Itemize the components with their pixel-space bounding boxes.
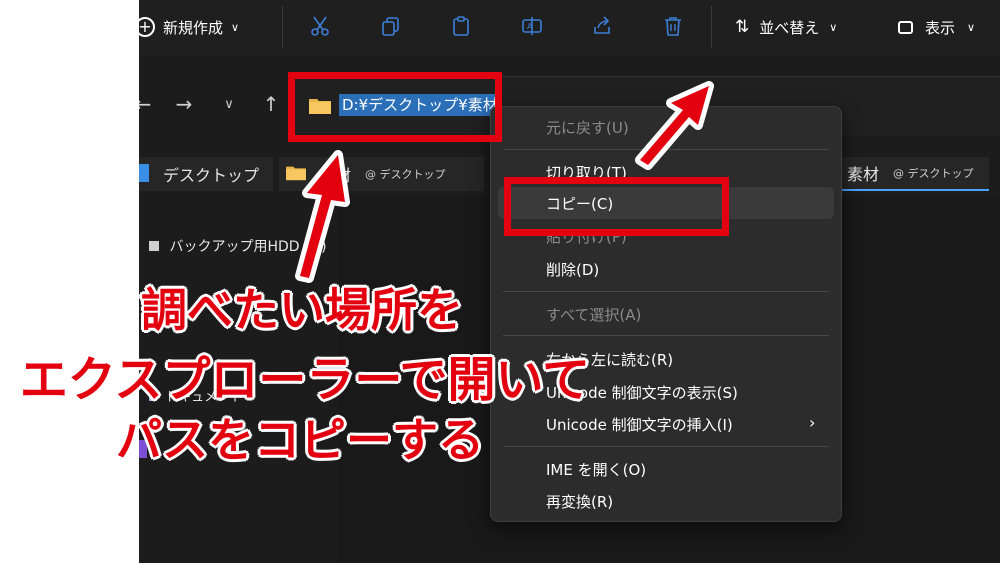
annotation-line-2: エクスプローラーで開いて xyxy=(19,354,591,407)
annotation-line-3: パスをコピーする xyxy=(116,414,484,466)
annotation-line-1: 調べたい場所を xyxy=(141,284,463,336)
